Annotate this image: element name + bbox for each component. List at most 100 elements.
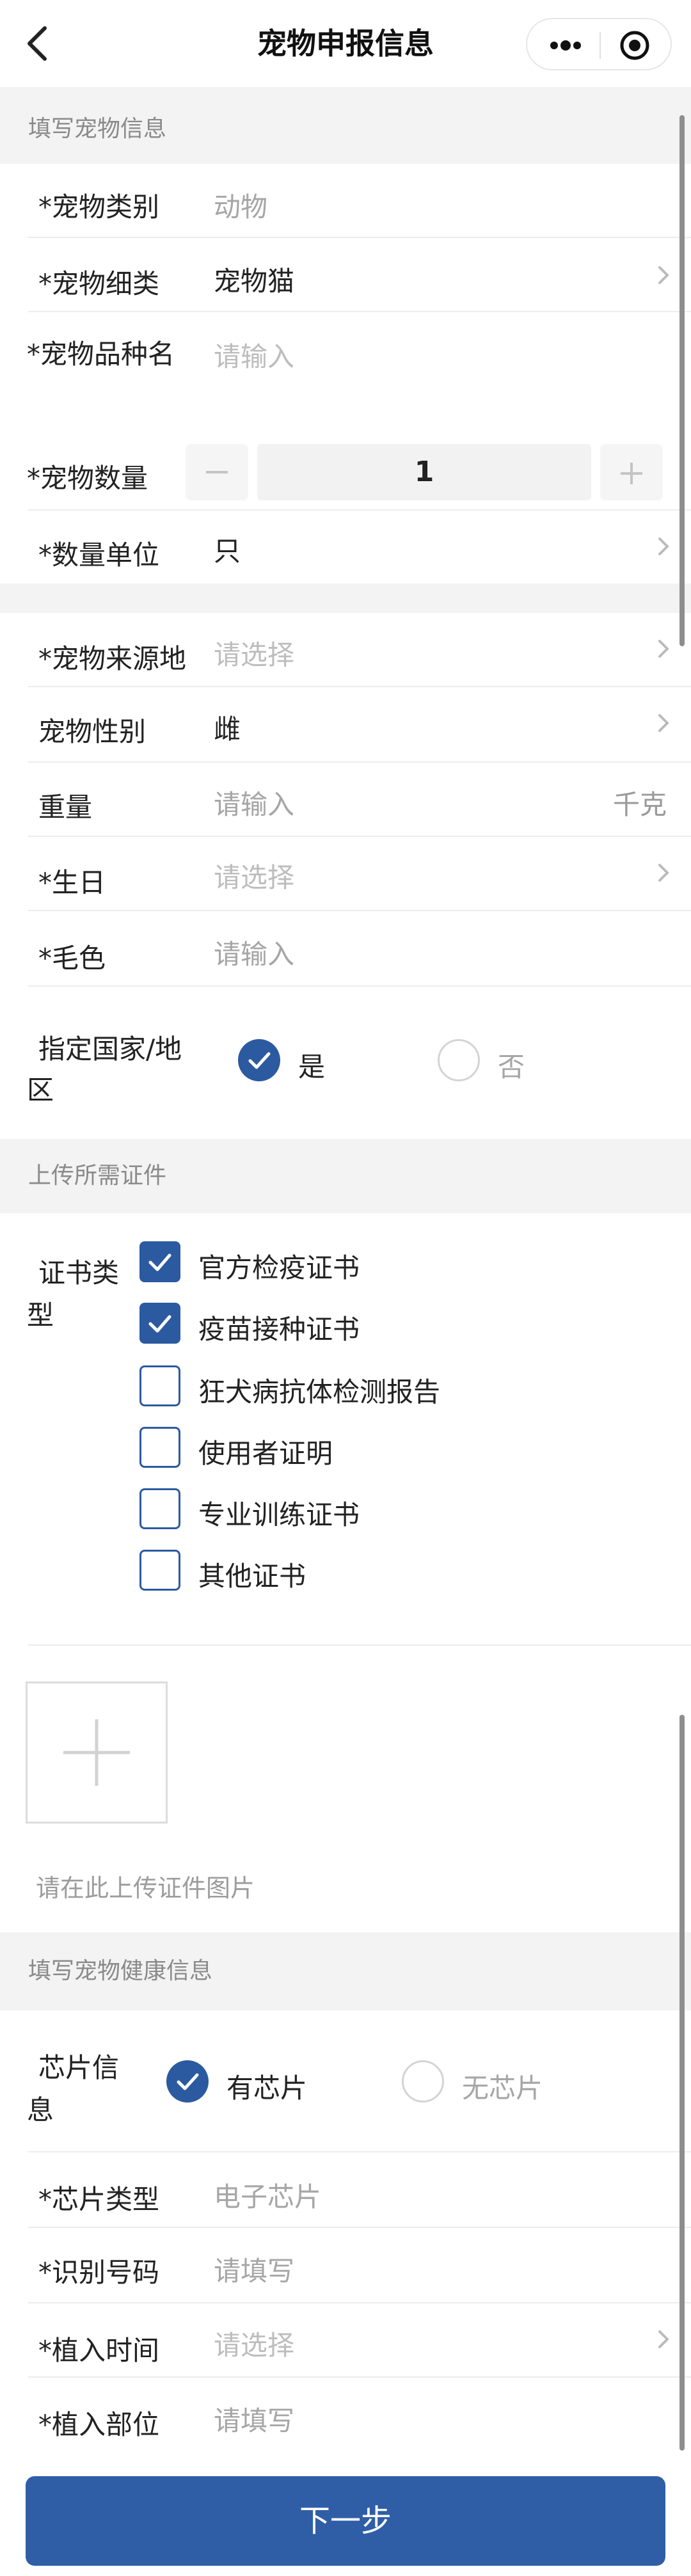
pet-category-value: 动物 [214, 191, 268, 223]
field-label-wrap: 型 [27, 1300, 54, 1331]
radio-label: 无芯片 [462, 2072, 543, 2104]
row-pet-gender[interactable]: 宠物性别 雌 [0, 687, 691, 763]
chip-type-value: 电子芯片 [214, 2181, 322, 2213]
row-fur-color: *毛色 请输入 [0, 911, 691, 987]
capsule-divider [600, 32, 601, 59]
scrollbar-thumb[interactable] [679, 1715, 685, 2451]
certificate-checkbox[interactable] [139, 1303, 180, 1344]
chevron-right-icon [654, 2326, 673, 2352]
chevron-right-icon [654, 710, 673, 736]
close-mini-program-button[interactable] [609, 24, 660, 67]
certificate-checkbox[interactable] [139, 1488, 180, 1529]
more-dots-icon [550, 40, 581, 51]
field-label: *植入时间 [38, 2335, 160, 2366]
country-yes-radio[interactable] [238, 1039, 280, 1081]
divider [28, 1644, 691, 1646]
upload-image-button[interactable] [26, 1682, 168, 1824]
row-quantity-unit[interactable]: *数量单位 只 [0, 511, 691, 584]
row-certificate-types: 证书类 型 官方检疫证书 疫苗接种证书 狂犬病抗体检测报告 使用者证明 专业训练… [0, 1213, 691, 1646]
field-label: *宠物来源地 [38, 643, 187, 674]
row-pet-subcategory[interactable]: *宠物细类 宠物猫 [0, 238, 691, 312]
pet-subcategory-value[interactable]: 宠物猫 [214, 260, 294, 299]
chevron-right-icon [654, 860, 673, 886]
field-label: *宠物品种名 [27, 338, 175, 370]
section-header-pet-info: 填写宠物信息 [0, 87, 691, 164]
row-pet-origin[interactable]: *宠物来源地 请选择 [0, 613, 691, 687]
certificate-option-label[interactable]: 狂犬病抗体检测报告 [198, 1371, 440, 1410]
radio-label: 是 [298, 1051, 326, 1083]
row-weight: 重量 请输入 千克 [0, 763, 691, 837]
field-label: 证书类 [38, 1257, 120, 1289]
radio-label: 有芯片 [226, 2072, 308, 2104]
field-label: *毛色 [38, 942, 106, 974]
check-icon [248, 1052, 271, 1069]
certificate-checkbox[interactable] [139, 1550, 180, 1591]
id-number-input[interactable]: 请填写 [214, 2250, 294, 2289]
scrollbar-thumb[interactable] [679, 115, 685, 646]
field-label-wrap: 区 [27, 1074, 54, 1106]
field-label: *宠物数量 [27, 463, 148, 494]
quantity-decrement-button[interactable] [186, 444, 248, 500]
field-label: *识别号码 [38, 2257, 160, 2288]
field-label: 宠物性别 [38, 716, 147, 747]
row-pet-quantity: *宠物数量 1 [0, 435, 691, 511]
certificate-checkbox[interactable] [139, 1427, 180, 1468]
birthday-select[interactable]: 请选择 [214, 856, 294, 895]
section-gap [0, 584, 691, 613]
field-label-wrap: 息 [27, 2094, 54, 2126]
quantity-unit-value[interactable]: 只 [214, 530, 241, 569]
weight-unit: 千克 [612, 789, 667, 820]
minus-icon [206, 471, 228, 473]
implant-site-input[interactable]: 请填写 [214, 2399, 294, 2438]
row-implant-time[interactable]: *植入时间 请选择 [0, 2303, 691, 2378]
field-label: 指定国家/地 [38, 1033, 182, 1065]
row-id-number: *识别号码 请填写 [0, 2228, 691, 2303]
pet-breed-input[interactable]: 请输入 [214, 335, 294, 374]
chevron-right-icon [654, 534, 673, 559]
row-pet-category: *宠物类别 动物 [0, 164, 691, 238]
field-label: *宠物细类 [38, 268, 160, 299]
implant-time-select[interactable]: 请选择 [214, 2324, 294, 2363]
row-implant-site: *植入部位 请填写 [0, 2378, 691, 2470]
section-header-certificates: 上传所需证件 [0, 1139, 691, 1213]
more-button[interactable] [540, 24, 591, 67]
radio-label: 否 [498, 1051, 525, 1083]
field-label: *宠物类别 [38, 191, 160, 223]
certificate-option-label[interactable]: 专业训练证书 [198, 1493, 360, 1532]
next-step-button[interactable]: 下一步 [26, 2476, 665, 2566]
certificate-option-label[interactable]: 官方检疫证书 [198, 1246, 360, 1285]
row-chip-type: *芯片类型 电子芯片 [0, 2152, 691, 2228]
quantity-increment-button[interactable] [600, 444, 663, 500]
chip-no-radio[interactable] [402, 2060, 444, 2103]
certificate-checkbox[interactable] [139, 1365, 180, 1406]
row-chip-info: 芯片信 息 有芯片 无芯片 [0, 2010, 691, 2152]
pet-origin-select[interactable]: 请选择 [214, 633, 294, 672]
fur-color-input[interactable]: 请输入 [214, 933, 294, 972]
field-label: *数量单位 [38, 539, 160, 571]
plus-icon [621, 463, 642, 484]
chip-yes-radio[interactable] [166, 2060, 209, 2103]
check-icon [177, 2073, 199, 2090]
check-icon [148, 1315, 171, 1333]
target-close-icon [620, 31, 649, 60]
field-label: *芯片类型 [38, 2184, 160, 2215]
pet-gender-value[interactable]: 雌 [214, 708, 241, 747]
mini-program-capsule [526, 18, 672, 70]
row-pet-breed: *宠物品种名 请输入 [0, 312, 691, 435]
weight-input[interactable]: 请输入 [214, 783, 294, 822]
field-label: *生日 [38, 867, 106, 898]
field-label: 重量 [38, 791, 93, 823]
quantity-value[interactable]: 1 [257, 444, 591, 500]
row-designated-country: 指定国家/地 区 是 否 [0, 987, 691, 1139]
chevron-right-icon [654, 636, 673, 662]
upload-hint: 请在此上传证件图片 [36, 1874, 255, 1902]
certificate-option-label[interactable]: 使用者证明 [198, 1432, 333, 1471]
certificate-option-label[interactable]: 疫苗接种证书 [198, 1308, 360, 1347]
field-label: 芯片信 [38, 2052, 120, 2083]
country-no-radio[interactable] [438, 1039, 480, 1081]
row-birthday[interactable]: *生日 请选择 [0, 837, 691, 911]
certificate-option-label[interactable]: 其他证书 [198, 1555, 306, 1594]
plus-icon [63, 1719, 130, 1786]
field-label: *植入部位 [38, 2409, 160, 2440]
certificate-checkbox[interactable] [139, 1241, 180, 1282]
